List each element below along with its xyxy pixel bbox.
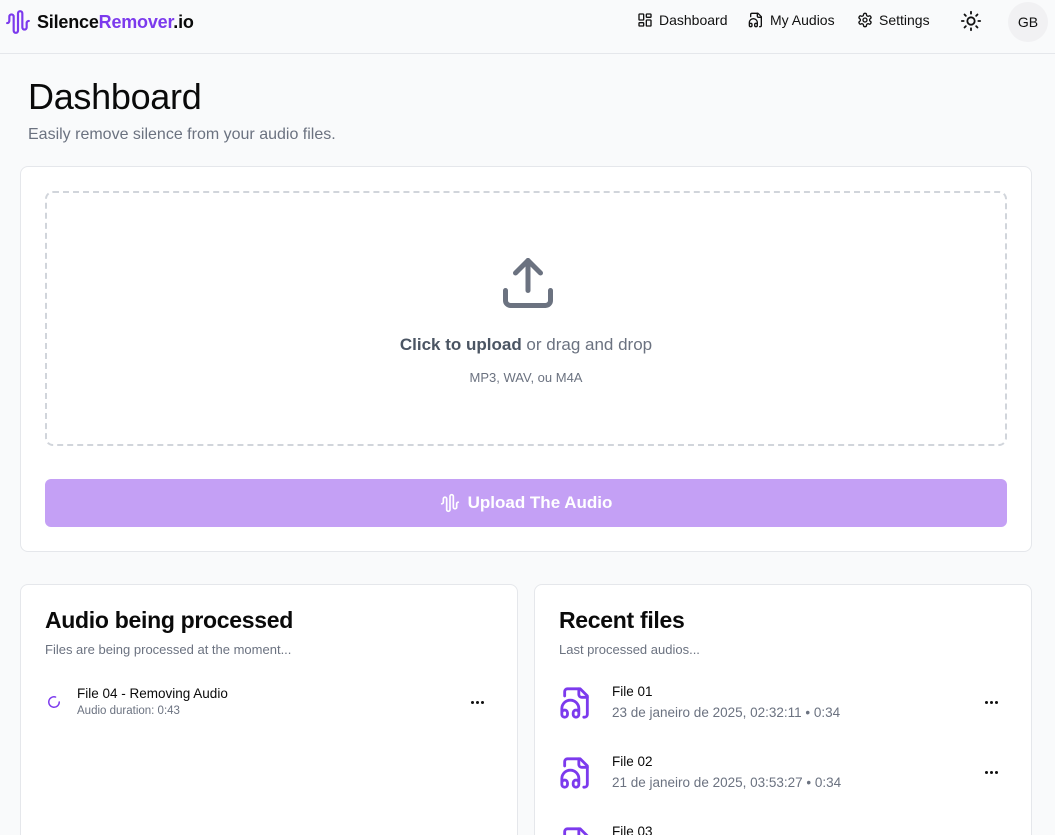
upload-audio-button-label: Upload The Audio <box>467 493 613 512</box>
nav-settings[interactable]: Settings <box>857 12 930 28</box>
loader-icon <box>48 696 60 708</box>
nav-settings-label: Settings <box>879 12 930 28</box>
page-subtitle: Easily remove silence from your audio fi… <box>28 126 336 143</box>
more-horizontal-icon[interactable] <box>979 694 1003 710</box>
headphones-file-icon <box>560 757 589 789</box>
user-initials: GB <box>1017 14 1039 30</box>
nav-dashboard-label: Dashboard <box>659 12 728 28</box>
brand-name: SilenceRemover.io <box>37 11 194 32</box>
recent-files-subtitle: Last processed audios... <box>559 642 700 657</box>
headphones-file-icon <box>563 827 589 835</box>
file-meta: 23 de janeiro de 2025, 02:32:11 • 0:34 <box>612 705 841 720</box>
headphones-file-icon <box>748 12 762 28</box>
recent-files-card: Recent files Last processed audios... Fi… <box>534 584 1032 835</box>
upload-audio-button[interactable]: Upload The Audio <box>45 479 1007 527</box>
recent-files-title: Recent files <box>559 607 685 633</box>
click-to-upload-text: Click to upload <box>399 335 522 354</box>
upload-icon <box>503 258 553 308</box>
gear-icon <box>858 12 872 28</box>
nav-dashboard[interactable]: Dashboard <box>637 12 728 28</box>
audio-waveform-icon <box>6 10 30 34</box>
layout-grid-icon <box>638 13 652 27</box>
list-item[interactable]: File 03 <box>559 824 1009 835</box>
drag-drop-text: or drag and drop <box>521 335 653 354</box>
headphones-file-icon <box>560 687 589 719</box>
dropzone-instructions: Click to upload or drag and drop <box>47 335 1005 355</box>
file-meta: 21 de janeiro de 2025, 03:53:27 • 0:34 <box>612 775 842 790</box>
upload-dropzone[interactable]: Click to upload or drag and drop MP3, WA… <box>45 191 1007 446</box>
nav-my-audios-label: My Audios <box>770 12 835 28</box>
more-horizontal-icon[interactable] <box>979 764 1003 780</box>
accepted-formats: MP3, WAV, ou M4A <box>469 370 583 385</box>
audio-waveform-icon <box>440 493 459 513</box>
top-bar: SilenceRemover.io Dashboard My Audios Se… <box>0 0 1055 54</box>
processing-file-duration: Audio duration: 0:43 <box>77 705 180 717</box>
list-item[interactable]: File 02 21 de janeiro de 2025, 03:53:27 … <box>559 754 1009 805</box>
list-item[interactable]: File 01 23 de janeiro de 2025, 02:32:11 … <box>559 684 1009 735</box>
processing-file-name: File 04 - Removing Audio <box>77 686 228 701</box>
upload-card: Click to upload or drag and drop MP3, WA… <box>20 166 1032 552</box>
sun-icon[interactable] <box>960 10 982 32</box>
file-name: File 02 <box>612 754 653 769</box>
page-title: Dashboard <box>28 76 202 117</box>
brand[interactable]: SilenceRemover.io <box>5 9 194 35</box>
processing-subtitle: Files are being processed at the moment.… <box>45 642 292 657</box>
user-avatar[interactable]: GB <box>1008 2 1048 42</box>
processing-title: Audio being processed <box>45 607 294 633</box>
nav-my-audios[interactable]: My Audios <box>748 12 835 28</box>
file-name: File 01 <box>612 684 653 699</box>
more-horizontal-icon[interactable] <box>465 694 489 710</box>
processing-card: Audio being processed Files are being pr… <box>20 584 518 835</box>
file-name: File 03 <box>612 824 653 835</box>
